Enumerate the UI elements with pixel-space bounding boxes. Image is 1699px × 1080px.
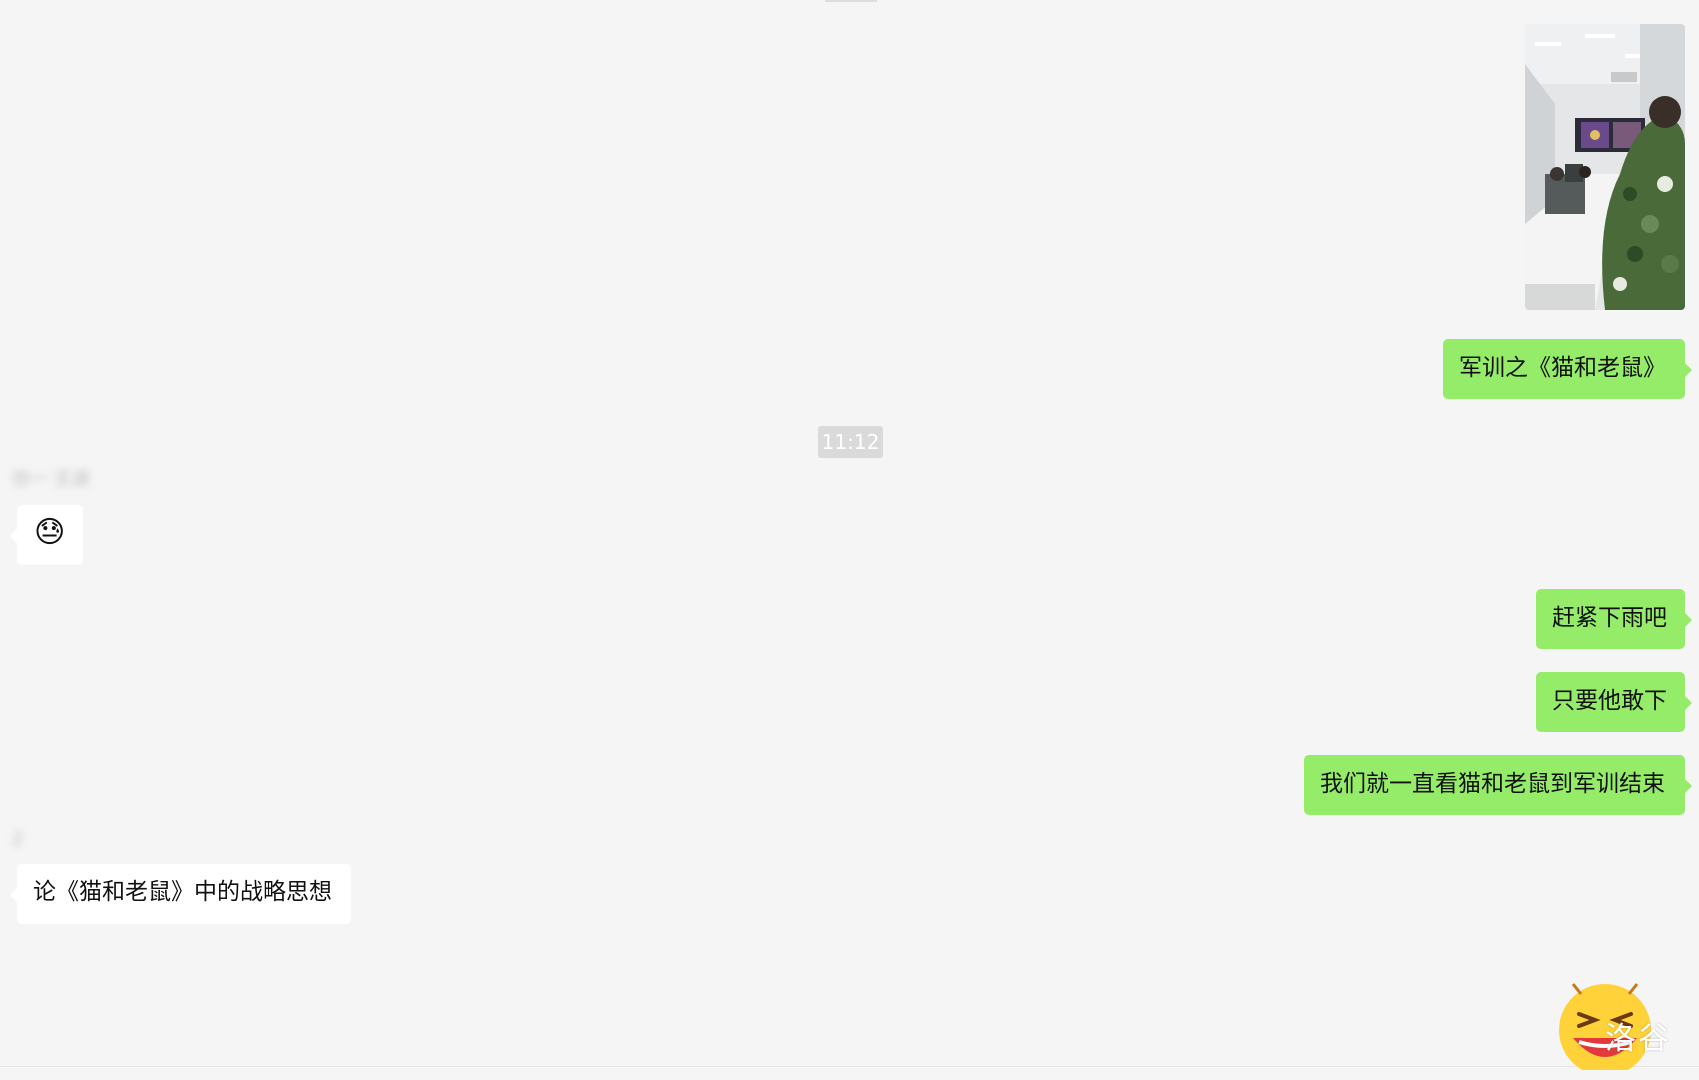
message-text: 赶紧下雨吧 xyxy=(1552,605,1667,631)
sender-name: 2 xyxy=(12,829,23,851)
sent-message-caption[interactable]: 军训之《猫和老鼠》 xyxy=(1443,339,1692,399)
sent-message[interactable]: 只要他敢下 xyxy=(1536,672,1692,732)
input-area-divider xyxy=(0,1066,1699,1067)
watermark-text: 洛谷 xyxy=(1605,1021,1671,1057)
received-emoji-message[interactable]: 😓 xyxy=(10,505,83,565)
message-text: 我们就一直看猫和老鼠到军训结束 xyxy=(1320,771,1665,797)
classroom-photo xyxy=(1525,24,1685,310)
sweat-face-emoji-icon: 😓 xyxy=(34,515,66,550)
sender-name: 彷一 王淚 xyxy=(12,469,90,491)
message-text: 只要他敢下 xyxy=(1552,688,1667,714)
time-divider: 11:12 xyxy=(818,426,883,458)
sender-name-text: 彷一 王淚 xyxy=(12,469,90,490)
scroll-indicator xyxy=(825,0,877,2)
sent-photo-message[interactable] xyxy=(1525,24,1685,310)
sender-name-text: 2 xyxy=(12,829,24,850)
message-text: 论《猫和老鼠》中的战略思想 xyxy=(33,879,332,905)
received-message[interactable]: 论《猫和老鼠》中的战略思想 xyxy=(10,864,351,924)
sent-message[interactable]: 我们就一直看猫和老鼠到军训结束 xyxy=(1304,755,1692,815)
time-divider-text: 11:12 xyxy=(821,430,880,454)
sent-message[interactable]: 赶紧下雨吧 xyxy=(1536,589,1692,649)
message-text: 军训之《猫和老鼠》 xyxy=(1459,355,1666,381)
